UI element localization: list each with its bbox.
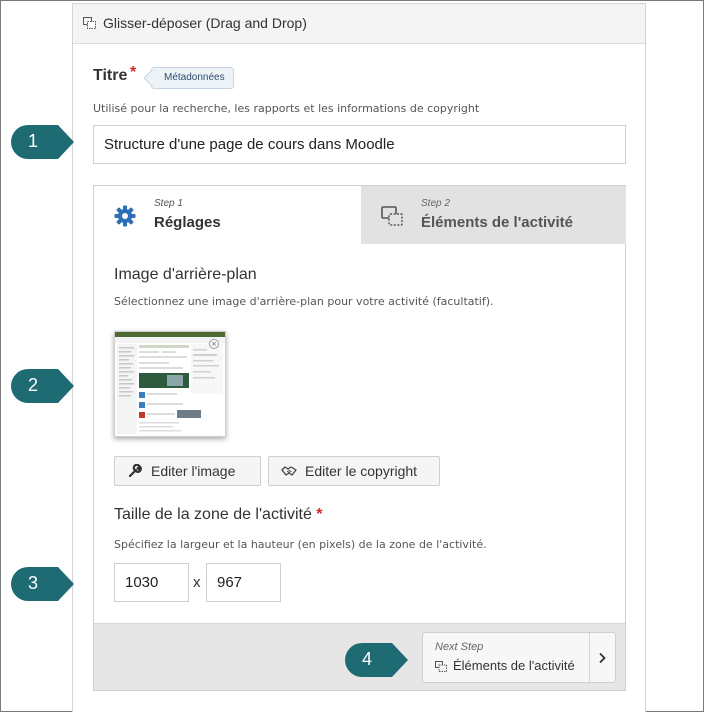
required-marker: * xyxy=(130,64,137,81)
tab-activity-elements[interactable]: Step 2 Éléments de l'activité xyxy=(361,186,626,244)
activity-size-title: Taille de la zone de l'activité xyxy=(114,506,312,523)
wrench-icon xyxy=(128,464,142,478)
title-label: Titre xyxy=(93,67,128,84)
tab-step-number: Step 2 xyxy=(421,198,450,209)
tab-label: Réglages xyxy=(154,214,221,231)
width-input[interactable]: 1030 xyxy=(114,563,189,602)
callout-number: 4 xyxy=(361,649,372,669)
drag-drop-icon xyxy=(83,17,96,29)
drag-drop-icon xyxy=(381,206,403,226)
drag-drop-icon xyxy=(435,661,447,672)
callout-2: 2 xyxy=(8,366,76,406)
chevron-right-icon[interactable] xyxy=(597,652,607,664)
title-help-text: Utilisé pour la recherche, les rapports … xyxy=(93,102,480,115)
tab-label: Éléments de l'activité xyxy=(421,214,573,231)
tab-step-number: Step 1 xyxy=(154,198,183,209)
thumbnail-remove-icon[interactable]: × xyxy=(211,340,217,348)
callout-number: 2 xyxy=(27,375,38,395)
edit-image-button[interactable]: Editer l'image xyxy=(114,456,261,486)
height-input[interactable]: 967 xyxy=(206,563,281,602)
required-marker: * xyxy=(316,506,323,523)
panel-header: Glisser-déposer (Drag and Drop) xyxy=(73,4,645,44)
metadata-button[interactable]: Métadonnées xyxy=(151,67,234,89)
dimension-separator: x xyxy=(193,574,201,591)
background-image-help: Sélectionnez une image d'arrière-plan po… xyxy=(114,295,494,308)
edit-copyright-button[interactable]: Editer le copyright xyxy=(268,456,440,486)
background-image-thumbnail[interactable]: × xyxy=(114,331,226,437)
gear-icon xyxy=(114,205,136,227)
callout-number: 1 xyxy=(27,131,38,151)
edit-image-label: Editer l'image xyxy=(151,463,236,479)
activity-size-help: Spécifiez la largeur et la hauteur (en p… xyxy=(114,538,487,551)
next-step-button[interactable]: Next Step Éléments de l'activité xyxy=(422,632,616,683)
handshake-icon xyxy=(281,466,297,476)
tab-settings[interactable]: Step 1 Réglages xyxy=(94,186,361,244)
panel-title: Glisser-déposer (Drag and Drop) xyxy=(103,15,307,31)
background-image-heading: Image d'arrière-plan xyxy=(114,266,257,283)
callout-4: 4 xyxy=(342,640,410,680)
editor-panel: Glisser-déposer (Drag and Drop) Titre * … xyxy=(72,3,646,712)
callout-number: 3 xyxy=(27,573,38,593)
divider xyxy=(589,633,590,682)
edit-copyright-label: Editer le copyright xyxy=(305,463,418,479)
activity-size-heading: Taille de la zone de l'activité * xyxy=(114,506,323,524)
next-step-target: Éléments de l'activité xyxy=(453,658,575,673)
callout-1: 1 xyxy=(8,122,76,162)
title-input[interactable]: Structure d'une page de cours dans Moodl… xyxy=(93,125,626,164)
wizard-container: Step 1 Réglages Step 2 Éléments de l'act… xyxy=(93,185,626,691)
callout-3: 3 xyxy=(8,564,76,604)
next-step-label: Next Step xyxy=(435,641,484,653)
moodle-page-preview: × xyxy=(115,332,225,436)
